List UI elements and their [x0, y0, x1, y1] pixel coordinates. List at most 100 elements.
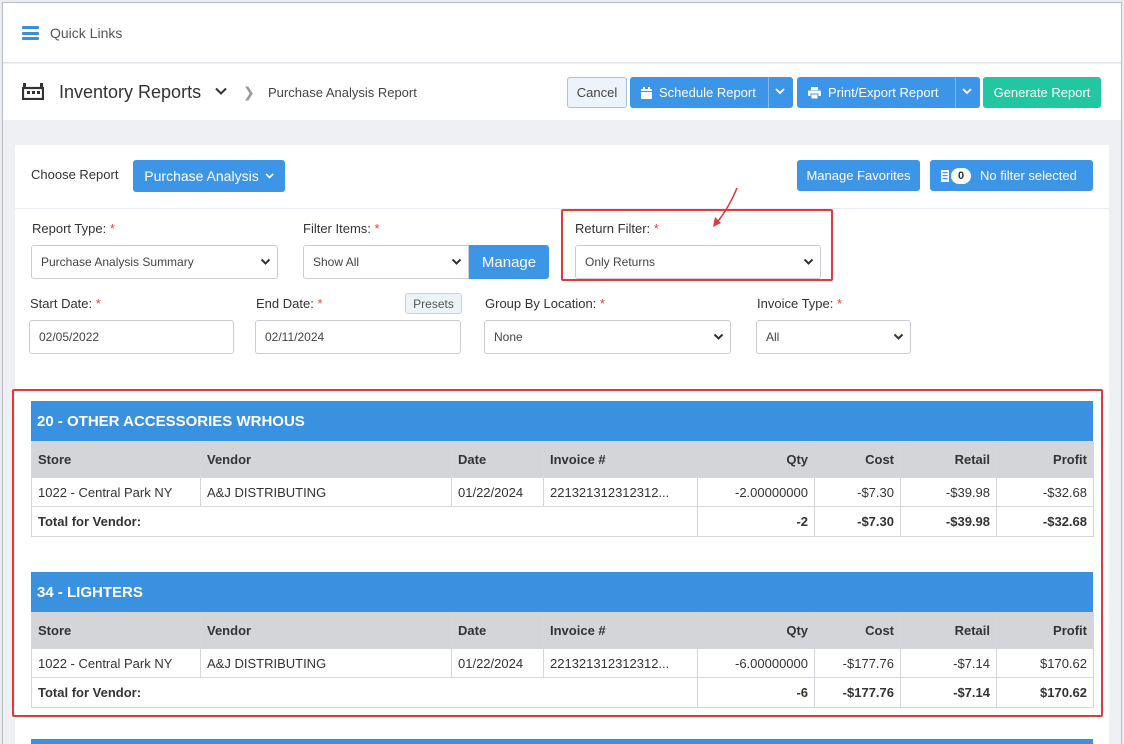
- date-presets-button[interactable]: Presets: [405, 293, 462, 314]
- column-header[interactable]: Store: [31, 441, 201, 478]
- table-row: 1022 - Central Park NY A&J DISTRIBUTING …: [31, 477, 1094, 507]
- start-date-value: 02/05/2022: [39, 330, 100, 344]
- annotation-arrow-icon: [713, 187, 738, 227]
- group-by-location-value: None: [494, 330, 523, 344]
- chevron-down-icon: [713, 333, 724, 340]
- end-date-value: 02/11/2024: [265, 330, 325, 344]
- quick-links-link[interactable]: Quick Links: [50, 25, 122, 41]
- store-cell: 1022 - Central Park NY: [31, 648, 201, 678]
- date-cell: 01/22/2024: [451, 648, 544, 678]
- schedule-report-button[interactable]: Schedule Report: [630, 77, 793, 108]
- manage-items-label: Manage: [481, 253, 537, 271]
- total-cost: -$177.76: [814, 677, 901, 708]
- store-cell: 1022 - Central Park NY: [31, 477, 201, 507]
- column-header[interactable]: Store: [31, 612, 201, 649]
- total-retail: -$39.98: [900, 506, 997, 537]
- breadcrumb-current: Purchase Analysis Report: [268, 85, 417, 100]
- total-row: Total for Vendor: -2 -$7.30 -$39.98 -$32…: [31, 506, 1094, 537]
- calendar-icon: [641, 86, 652, 99]
- date-presets-label: Presets: [413, 296, 454, 311]
- vendor-cell: A&J DISTRIBUTING: [200, 648, 452, 678]
- report-type-select[interactable]: Purchase Analysis Summary: [31, 245, 278, 279]
- report-type-value: Purchase Analysis Summary: [41, 255, 194, 269]
- total-profit: $170.62: [996, 677, 1094, 708]
- retail-cell: -$7.14: [900, 648, 997, 678]
- start-date-input[interactable]: 02/05/2022: [29, 320, 234, 354]
- results-table: Store Vendor Date Invoice # Qty Cost Ret…: [31, 441, 1094, 537]
- total-retail: -$7.14: [900, 677, 997, 708]
- invoice-type-select[interactable]: All: [756, 320, 911, 354]
- manage-items-button[interactable]: Manage: [469, 245, 549, 279]
- results-table: Store Vendor Date Invoice # Qty Cost Ret…: [31, 612, 1094, 708]
- retail-cell: -$39.98: [900, 477, 997, 507]
- return-filter-value: Only Returns: [585, 255, 656, 269]
- group-by-location-select[interactable]: None: [484, 320, 731, 354]
- chevron-down-icon[interactable]: [962, 88, 972, 95]
- column-header[interactable]: Date: [451, 612, 544, 649]
- manage-favorites-label: Manage Favorites: [806, 168, 911, 183]
- column-header[interactable]: Profit: [996, 441, 1094, 478]
- generate-report-button[interactable]: Generate Report: [983, 77, 1101, 108]
- choose-report-dropdown[interactable]: Purchase Analysis: [133, 160, 285, 192]
- chevron-down-icon: [803, 258, 814, 265]
- column-header[interactable]: Invoice #: [543, 441, 698, 478]
- profit-cell: $170.62: [996, 648, 1094, 678]
- column-header[interactable]: Retail: [900, 441, 997, 478]
- panel-divider: [15, 208, 1109, 209]
- column-header[interactable]: Vendor: [200, 612, 452, 649]
- date-cell: 01/22/2024: [451, 477, 544, 507]
- column-header[interactable]: Retail: [900, 612, 997, 649]
- inventory-report-icon: [22, 83, 44, 100]
- print-export-label: Print/Export Report: [828, 85, 939, 100]
- filter-status-label: No filter selected: [980, 168, 1077, 183]
- cancel-button[interactable]: Cancel: [567, 77, 627, 108]
- end-date-input[interactable]: 02/11/2024: [255, 320, 461, 354]
- print-export-button[interactable]: Print/Export Report: [797, 77, 980, 108]
- next-section-header: [31, 739, 1093, 744]
- printer-icon: [808, 86, 821, 99]
- total-label: Total for Vendor:: [31, 677, 698, 708]
- invoice-cell: 221321312312312...: [543, 648, 698, 678]
- column-header[interactable]: Date: [451, 441, 544, 478]
- qty-cell: -2.00000000: [697, 477, 815, 507]
- chevron-down-icon: [260, 258, 271, 265]
- total-label: Total for Vendor:: [31, 506, 698, 537]
- choose-report-label: Choose Report: [31, 167, 119, 182]
- column-header[interactable]: Qty: [697, 441, 815, 478]
- total-qty: -6: [697, 677, 815, 708]
- filter-status-button[interactable]: 0 No filter selected: [930, 160, 1093, 191]
- profit-cell: -$32.68: [996, 477, 1094, 507]
- invoice-type-value: All: [766, 330, 780, 344]
- cost-cell: -$177.76: [814, 648, 901, 678]
- filter-list-icon: [941, 169, 949, 182]
- table-header-row: Store Vendor Date Invoice # Qty Cost Ret…: [31, 612, 1094, 649]
- manage-favorites-button[interactable]: Manage Favorites: [797, 160, 920, 191]
- cost-cell: -$7.30: [814, 477, 901, 507]
- invoice-type-label: Invoice Type: *: [757, 296, 843, 311]
- table-row: 1022 - Central Park NY A&J DISTRIBUTING …: [31, 648, 1094, 678]
- vendor-cell: A&J DISTRIBUTING: [200, 477, 452, 507]
- column-header[interactable]: Cost: [814, 612, 901, 649]
- schedule-report-label: Schedule Report: [659, 85, 756, 100]
- chevron-down-icon: [893, 333, 904, 340]
- column-header[interactable]: Vendor: [200, 441, 452, 478]
- column-header[interactable]: Qty: [697, 612, 815, 649]
- filter-items-value: Show All: [313, 255, 360, 269]
- section-header: 34 - LIGHTERS: [31, 572, 1093, 612]
- hamburger-menu-icon[interactable]: [22, 26, 39, 40]
- chevron-down-icon[interactable]: [214, 84, 228, 98]
- return-filter-select[interactable]: Only Returns: [575, 245, 821, 279]
- chevron-down-icon: [451, 258, 462, 265]
- column-header[interactable]: Profit: [996, 612, 1094, 649]
- table-header-row: Store Vendor Date Invoice # Qty Cost Ret…: [31, 441, 1094, 478]
- column-header[interactable]: Invoice #: [543, 612, 698, 649]
- chevron-down-icon[interactable]: [775, 88, 785, 95]
- column-header[interactable]: Cost: [814, 441, 901, 478]
- filter-items-label: Filter Items: *: [303, 221, 380, 236]
- filter-items-select[interactable]: Show All: [303, 245, 469, 279]
- cancel-button-label: Cancel: [576, 85, 618, 100]
- filter-count-badge: 0: [951, 167, 971, 184]
- report-category-title[interactable]: Inventory Reports: [59, 82, 201, 103]
- section-header: 20 - OTHER ACCESSORIES WRHOUS: [31, 401, 1093, 441]
- group-by-location-label: Group By Location: *: [485, 296, 605, 311]
